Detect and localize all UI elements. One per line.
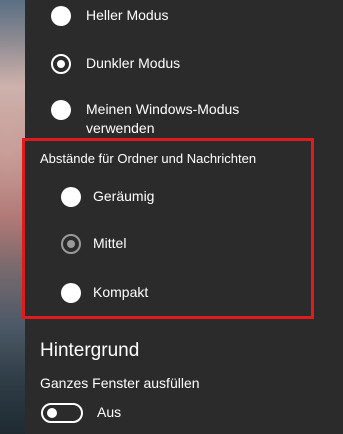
radio-label: Kompakt [93,284,149,300]
background-heading: Hintergrund [40,340,140,361]
radio-dunkler-modus[interactable]: Dunkler Modus [51,54,180,74]
radio-label: Dunkler Modus [86,55,181,71]
radio-label: Mittel [93,235,127,251]
radio-heller-modus[interactable]: Heller Modus [51,6,168,26]
radio-unchecked-icon [51,100,71,120]
radio-label: Meinen Windows-Modus verwenden [86,100,239,138]
radio-checked-icon [61,234,81,254]
radio-windows-modus[interactable]: Meinen Windows-Modus verwenden [51,100,239,138]
radio-label: Geräumig [93,188,155,204]
radio-label-line2: verwenden [86,120,155,136]
toggle-knob [47,408,57,418]
radio-unchecked-icon [61,187,81,207]
fill-window-toggle[interactable] [41,403,83,423]
radio-kompakt[interactable]: Kompakt [61,283,148,303]
radio-label-line1: Meinen Windows-Modus [86,101,240,117]
radio-label: Heller Modus [86,7,169,23]
spacing-section-title: Abstände für Ordner und Nachrichten [40,151,257,166]
radio-checked-icon [51,54,71,74]
radio-mittel[interactable]: Mittel [61,234,126,254]
radio-unchecked-icon [61,283,81,303]
fill-window-label: Ganzes Fenster ausfüllen [40,375,200,391]
radio-unchecked-icon [51,6,71,26]
toggle-state-text: Aus [97,404,122,420]
radio-geraeumig[interactable]: Geräumig [61,187,154,207]
